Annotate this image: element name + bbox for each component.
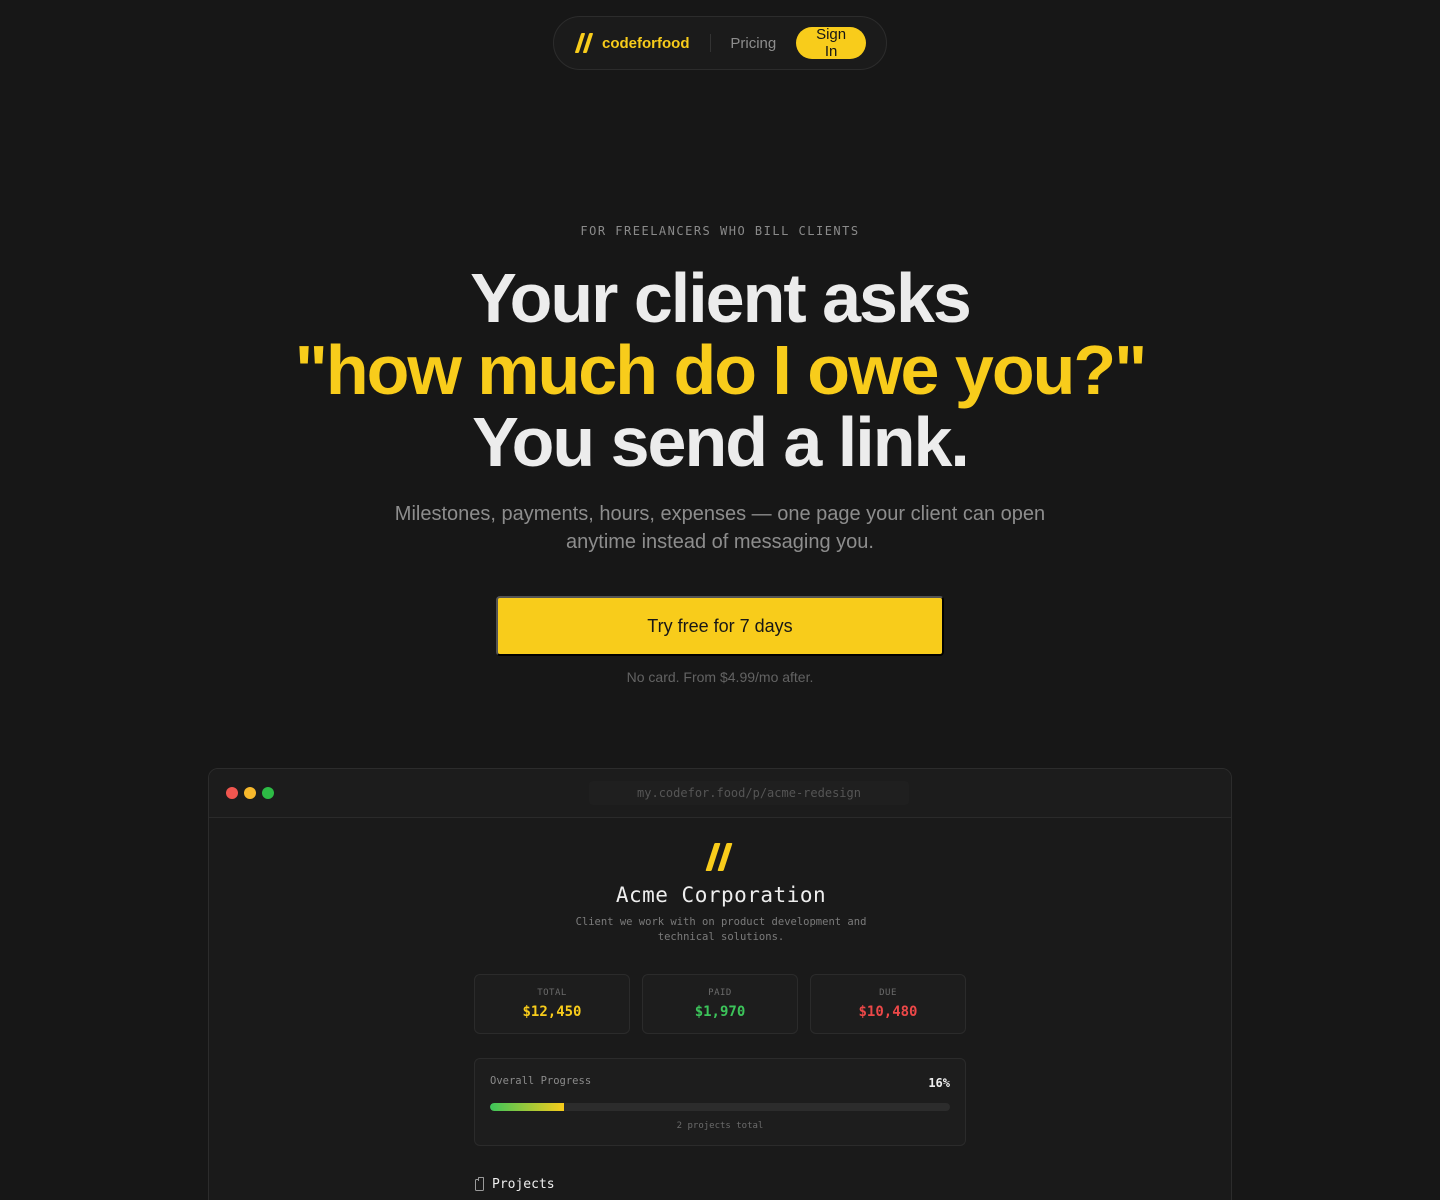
stat-value: $12,450	[522, 1004, 582, 1020]
top-nav: codeforfood Pricing Sign In	[553, 16, 887, 70]
nav-link-pricing[interactable]: Pricing	[730, 35, 776, 52]
stat-card-total: TOTAL $12,450	[474, 974, 630, 1034]
address-bar: my.codefor.food/p/acme-redesign	[589, 781, 909, 805]
window-maximize-dot-icon	[262, 787, 274, 799]
slash-logo-icon	[705, 843, 734, 873]
headline-line-3: You send a link.	[472, 403, 970, 481]
client-description: Client we work with on product developme…	[575, 916, 867, 943]
hero-subhead: Milestones, payments, hours, expenses — …	[394, 503, 1046, 553]
try-free-button[interactable]: Try free for 7 days	[496, 596, 944, 656]
projects-heading-label: Projects	[492, 1177, 555, 1192]
slash-logo-icon	[574, 33, 594, 53]
hero-eyebrow: FOR FREELANCERS WHO BILL CLIENTS	[580, 224, 860, 238]
stat-label: DUE	[879, 988, 897, 998]
stat-label: TOTAL	[537, 988, 567, 998]
stat-value: $10,480	[858, 1004, 918, 1020]
headline-line-1: Your client asks	[470, 259, 972, 337]
brand-logo[interactable]: codeforfood	[574, 33, 690, 53]
sign-in-button[interactable]: Sign In	[796, 26, 866, 60]
stat-label: PAID	[708, 988, 732, 998]
hero-headline: Your client asks "how much do I owe you?…	[0, 262, 1440, 478]
window-close-dot-icon	[226, 787, 238, 799]
progress-note: 2 projects total	[676, 1121, 764, 1131]
stats-row: TOTAL $12,450 PAID $1,970 DUE $10,480	[474, 974, 966, 1034]
browser-toolbar: my.codefor.food/p/acme-redesign	[209, 769, 1231, 818]
headline-line-2: "how much do I owe you?"	[294, 331, 1148, 409]
progress-bar	[490, 1103, 950, 1111]
browser-preview: my.codefor.food/p/acme-redesign Acme Cor…	[208, 768, 1232, 1200]
stat-card-due: DUE $10,480	[810, 974, 966, 1034]
cta-note: No card. From $4.99/mo after.	[626, 669, 814, 685]
clipboard-icon	[475, 1176, 484, 1191]
stat-card-paid: PAID $1,970	[642, 974, 798, 1034]
progress-bar-fill	[490, 1103, 564, 1111]
window-minimize-dot-icon	[244, 787, 256, 799]
nav-divider	[709, 34, 711, 52]
overall-progress-card: Overall Progress 16% 2 projects total	[474, 1058, 966, 1146]
projects-heading: Projects	[475, 1176, 555, 1192]
stat-value: $1,970	[694, 1004, 746, 1020]
client-name: Acme Corporation	[615, 883, 827, 907]
progress-percent: 16%	[928, 1076, 950, 1090]
brand-name: codeforfood	[602, 34, 690, 52]
progress-label: Overall Progress	[490, 1075, 592, 1087]
